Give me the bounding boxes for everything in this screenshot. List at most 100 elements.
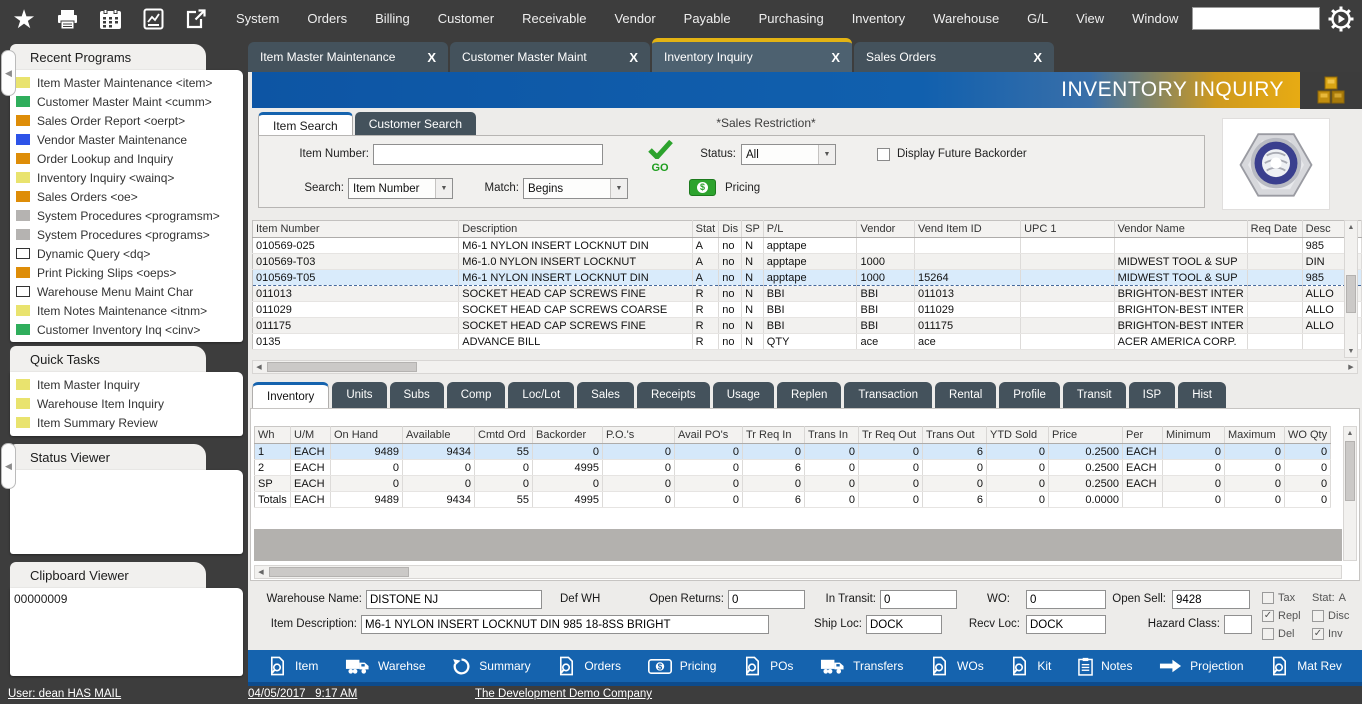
status-viewer-header[interactable]: Status Viewer <box>10 444 206 470</box>
hazard-class-input[interactable] <box>1224 615 1252 634</box>
tab-comp[interactable]: Comp <box>447 382 506 408</box>
table-row[interactable]: 1EACH9489943455000000600.2500EACH000 <box>255 444 1331 460</box>
tax-checkbox-box[interactable] <box>1262 592 1274 604</box>
tab-customer-search[interactable]: Customer Search <box>355 112 476 136</box>
recent-programs-header[interactable]: Recent Programs <box>10 44 206 70</box>
clipboard-viewer-header[interactable]: Clipboard Viewer <box>10 562 206 588</box>
tab-inventory[interactable]: Inventory <box>252 382 329 408</box>
table-row[interactable]: 010569-T03M6-1.0 NYLON INSERT LOCKNUTAno… <box>253 254 1362 270</box>
tax-checkbox[interactable]: Tax <box>1262 589 1312 607</box>
table-row[interactable]: 2EACH000499500600000.2500EACH000 <box>255 460 1331 476</box>
menu-orders[interactable]: Orders <box>293 0 361 38</box>
tab-rental[interactable]: Rental <box>935 382 996 408</box>
go-button[interactable]: GO <box>644 140 676 173</box>
toolbar-pricing[interactable]: $Pricing <box>648 659 717 674</box>
recent-item-master-maintenance-item[interactable]: Item Master Maintenance <item> <box>10 73 243 92</box>
recent-order-lookup-and-inquiry[interactable]: Order Lookup and Inquiry <box>10 149 243 168</box>
table-row[interactable]: SPEACH000000000000.2500EACH000 <box>255 476 1331 492</box>
quicktask-warehouse-item-inquiry[interactable]: Warehouse Item Inquiry <box>10 394 243 413</box>
quicktask-item-master-inquiry[interactable]: Item Master Inquiry <box>10 375 243 394</box>
col-item-number[interactable]: Item Number <box>253 221 459 238</box>
item-results-grid[interactable]: Item NumberDescriptionStatDisSPP/LVendor… <box>252 220 1362 350</box>
col-on-hand[interactable]: On Hand <box>331 427 403 444</box>
menu-vendor[interactable]: Vendor <box>600 0 669 38</box>
del-checkbox[interactable]: Del <box>1262 625 1312 643</box>
menu-purchasing[interactable]: Purchasing <box>745 0 838 38</box>
export-icon[interactable] <box>182 6 210 32</box>
table-row[interactable]: 011013SOCKET HEAD CAP SCREWS FINERnoNBBI… <box>253 286 1362 302</box>
col-p-l[interactable]: P/L <box>763 221 857 238</box>
window-tab-item-master-maintenance[interactable]: Item Master MaintenanceX <box>248 42 448 72</box>
status-company[interactable]: The Development Demo Company <box>475 688 652 700</box>
recent-inventory-inquiry-wainq[interactable]: Inventory Inquiry <wainq> <box>10 168 243 187</box>
toolbar-notes[interactable]: Notes <box>1078 657 1132 676</box>
tab-usage[interactable]: Usage <box>713 382 774 408</box>
toolbar-pos[interactable]: POs <box>743 656 793 676</box>
scroll-up-icon[interactable]: ▲ <box>1344 427 1356 439</box>
scroll-left-icon[interactable]: ◀ <box>253 361 265 373</box>
menu-warehouse[interactable]: Warehouse <box>919 0 1013 38</box>
col-avail-po-s[interactable]: Avail PO's <box>675 427 743 444</box>
recent-customer-inventory-inq-cinv[interactable]: Customer Inventory Inq <cinv> <box>10 320 243 339</box>
window-tab-customer-master-maint[interactable]: Customer Master MaintX <box>450 42 650 72</box>
col-price[interactable]: Price <box>1049 427 1123 444</box>
col-dis[interactable]: Dis <box>719 221 742 238</box>
col-tr-req-in[interactable]: Tr Req In <box>743 427 805 444</box>
recent-system-procedures-programsm[interactable]: System Procedures <programsm> <box>10 206 243 225</box>
table-row[interactable]: 011175SOCKET HEAD CAP SCREWS FINERnoNBBI… <box>253 318 1362 334</box>
toolbar-orders[interactable]: Orders <box>557 656 621 676</box>
col-backorder[interactable]: Backorder <box>533 427 603 444</box>
recv-loc-input[interactable] <box>1026 615 1106 634</box>
col-cmtd-ord[interactable]: Cmtd Ord <box>475 427 533 444</box>
col-per[interactable]: Per <box>1123 427 1163 444</box>
col-upc-1[interactable]: UPC 1 <box>1021 221 1115 238</box>
wo-input[interactable] <box>1026 590 1106 609</box>
warehouse-grid-hscrollbar[interactable]: ◀ <box>254 565 1342 579</box>
toolbar-projection[interactable]: Projection <box>1159 659 1243 673</box>
toolbar-mat-rev[interactable]: Mat Rev <box>1270 656 1342 676</box>
status-user[interactable]: User: dean HAS MAIL <box>8 688 121 700</box>
tab-receipts[interactable]: Receipts <box>637 382 710 408</box>
menu-view[interactable]: View <box>1062 0 1118 38</box>
scroll-right-icon[interactable]: ▶ <box>1345 361 1357 373</box>
menu-g-l[interactable]: G/L <box>1013 0 1062 38</box>
status-dropdown[interactable]: All▼ <box>741 144 836 165</box>
tab-close-icon[interactable]: X <box>621 50 638 65</box>
gear-icon[interactable] <box>1328 6 1354 32</box>
menu-inventory[interactable]: Inventory <box>838 0 919 38</box>
col-vend-item-id[interactable]: Vend Item ID <box>915 221 1021 238</box>
col-ytd-sold[interactable]: YTD Sold <box>987 427 1049 444</box>
repl-checkbox[interactable]: ✓Repl <box>1262 607 1312 625</box>
match-dropdown[interactable]: Begins▼ <box>523 178 628 199</box>
toolbar-summary[interactable]: Summary <box>452 657 530 676</box>
col-wo-qty[interactable]: WO Qty <box>1285 427 1331 444</box>
tab-transaction[interactable]: Transaction <box>844 382 932 408</box>
tab-loc-lot[interactable]: Loc/Lot <box>508 382 574 408</box>
toolbar-warehse[interactable]: Warehse <box>345 658 426 675</box>
search-by-dropdown[interactable]: Item Number▼ <box>348 178 453 199</box>
recent-sales-order-report-oerpt[interactable]: Sales Order Report <oerpt> <box>10 111 243 130</box>
tab-hist[interactable]: Hist <box>1178 382 1226 408</box>
tab-subs[interactable]: Subs <box>390 382 444 408</box>
quicktask-item-summary-review[interactable]: Item Summary Review <box>10 413 243 432</box>
warehouse-name-input[interactable] <box>366 590 542 609</box>
status-datetime[interactable]: 04/05/2017 9:17 AM <box>248 688 357 700</box>
scroll-up-icon[interactable]: ▲ <box>1345 221 1357 233</box>
col-u-m[interactable]: U/M <box>291 427 331 444</box>
menu-customer[interactable]: Customer <box>424 0 508 38</box>
menu-billing[interactable]: Billing <box>361 0 424 38</box>
tab-close-icon[interactable]: X <box>419 50 436 65</box>
table-row[interactable]: 010569-025M6-1 NYLON INSERT LOCKNUT DINA… <box>253 238 1362 254</box>
tab-isp[interactable]: ISP <box>1129 382 1176 408</box>
quick-tasks-header[interactable]: Quick Tasks <box>10 346 206 372</box>
col-maximum[interactable]: Maximum <box>1225 427 1285 444</box>
col-description[interactable]: Description <box>459 221 692 238</box>
table-row[interactable]: 011029SOCKET HEAD CAP SCREWS COARSERnoNB… <box>253 302 1362 318</box>
tab-close-icon[interactable]: X <box>1025 50 1042 65</box>
tab-profile[interactable]: Profile <box>999 382 1060 408</box>
toolbar-item[interactable]: Item <box>268 656 318 676</box>
sidebar-collapse-button-top[interactable]: ◀ <box>1 50 16 96</box>
scroll-left-icon[interactable]: ◀ <box>255 566 267 578</box>
menu-payable[interactable]: Payable <box>670 0 745 38</box>
scroll-down-icon[interactable]: ▼ <box>1345 345 1357 357</box>
